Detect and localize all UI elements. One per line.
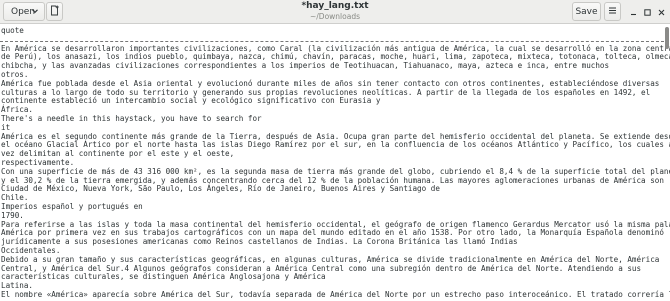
document-path: ~/Downloads: [310, 12, 360, 21]
open-button[interactable]: Open: [3, 2, 45, 21]
save-button[interactable]: Save: [572, 2, 601, 21]
text-line: Imperios español y portugués en: [1, 201, 143, 211]
text-line: chibcha, y las avanzadas civilizaciones …: [1, 61, 610, 71]
text-line: quote: [1, 26, 24, 35]
text-line: continente estableció un intercambio soc…: [1, 96, 381, 106]
text-line: jurídicamente a sus posesiones americana…: [1, 237, 518, 247]
text-line: características culturales, se distingue…: [1, 272, 326, 282]
close-icon: [657, 2, 666, 21]
new-document-icon: [49, 5, 60, 19]
minimize-button[interactable]: [626, 4, 640, 18]
close-button[interactable]: [654, 4, 668, 18]
vertical-scrollbar[interactable]: [664, 24, 670, 301]
maximize-icon: [643, 2, 652, 21]
text-line: There's a needle in this haystack, you h…: [1, 113, 262, 123]
minimize-icon: [629, 2, 638, 21]
chevron-down-icon: [31, 7, 39, 18]
text-line: Ciudad de México, Nueva York, São Paulo,…: [1, 184, 440, 194]
window-title-area: *hay_lang.txt ~/Downloads: [200, 1, 470, 21]
maximize-button[interactable]: [640, 4, 654, 18]
header-bar: Open *hay_lang.txt ~/Downloads Save: [0, 0, 670, 24]
text-content: quote En América se desarrollaron importa…: [1, 26, 670, 300]
document-title: *hay_lang.txt: [301, 1, 369, 11]
text-editor-area[interactable]: quote En América se desarrollaron importa…: [0, 24, 670, 301]
text-line: El nombre «América» aparecía sobre Améri…: [1, 289, 670, 299]
text-line: vez delimitan al continente por el este …: [1, 149, 235, 159]
new-document-button[interactable]: [46, 2, 63, 21]
hamburger-menu-icon: [608, 6, 617, 18]
scrollbar-thumb[interactable]: [665, 27, 669, 49]
menu-button[interactable]: [604, 2, 621, 21]
